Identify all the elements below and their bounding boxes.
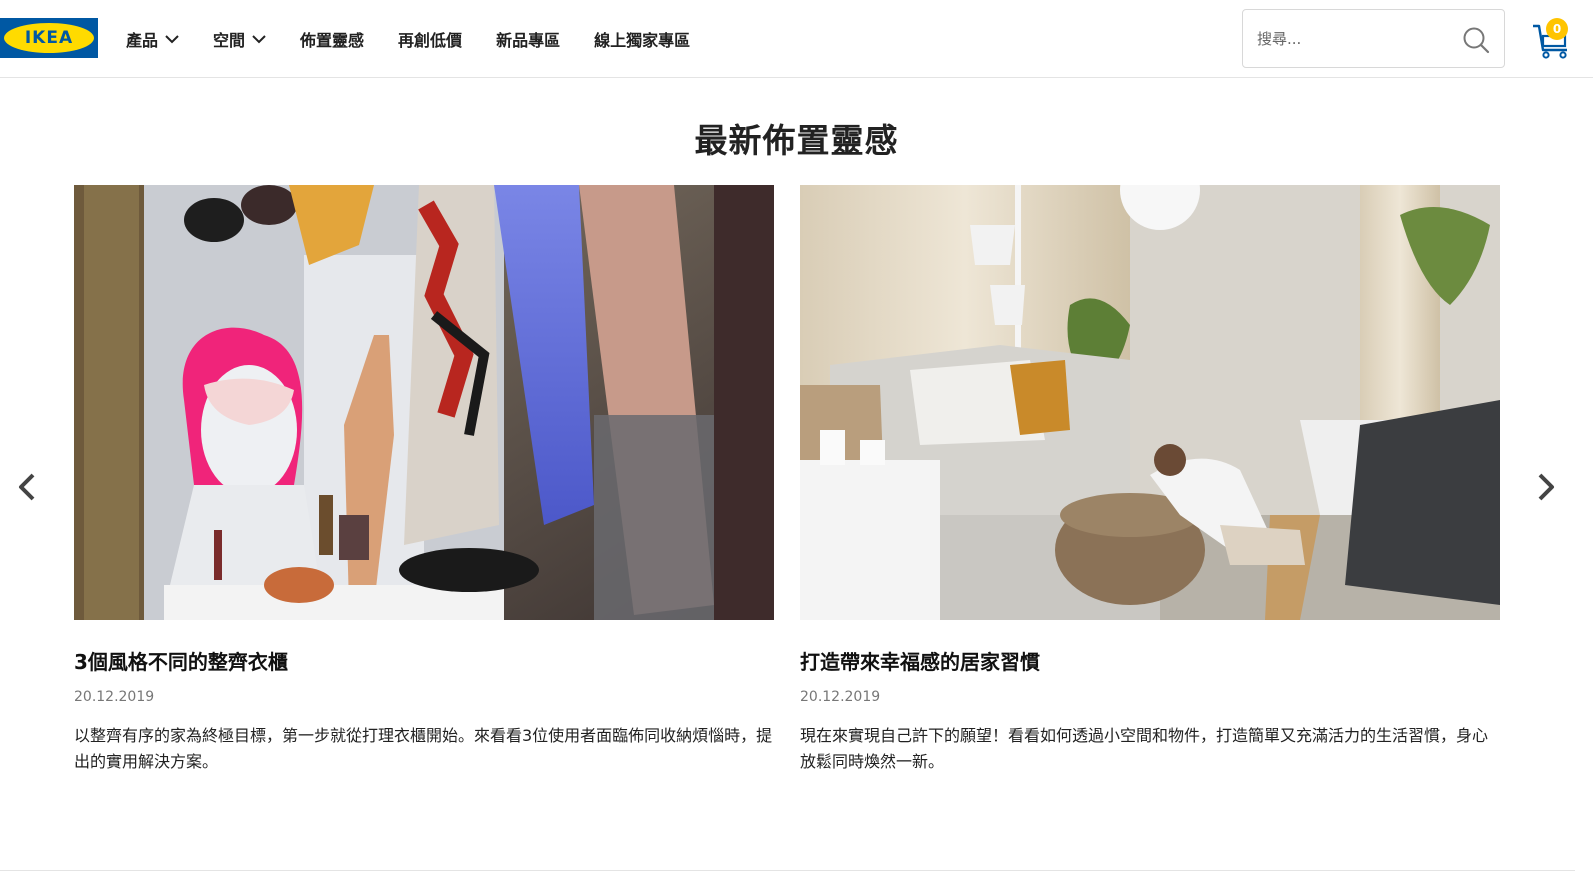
section-title: 最新佈置靈感 xyxy=(694,121,899,160)
search-input[interactable] xyxy=(1257,27,1447,51)
nav-item-rooms[interactable]: 空間 xyxy=(213,27,266,51)
search-icon[interactable] xyxy=(1462,26,1490,58)
carousel-prev-button[interactable] xyxy=(16,472,38,506)
living-room-photo[interactable] xyxy=(800,185,1500,620)
nav-item-new-products[interactable]: 新品專區 xyxy=(496,27,560,51)
footer-divider xyxy=(0,870,1575,871)
nav-item-inspiration[interactable]: 佈置靈感 xyxy=(300,27,364,51)
article-card[interactable]: 3個風格不同的整齊衣櫃 20.12.2019 以整齊有序的家為終極目標，第一步就… xyxy=(74,185,774,775)
card-description: 以整齊有序的家為終極目標，第一步就從打理衣櫃開始。來看看3位使用者面臨佈同收納煩… xyxy=(74,726,773,771)
nav-item-products[interactable]: 產品 xyxy=(126,27,179,51)
article-card[interactable]: 打造帶來幸福感的居家習慣 20.12.2019 現在來實現自己許下的願望！看看如… xyxy=(800,185,1500,775)
site-header: IKEA 產品 空間 佈置靈感 再創低價 新品專區 線上獨家專區 搜尋... 0 xyxy=(0,0,1593,78)
nav-label: 空間 xyxy=(213,31,246,50)
nav-label: 線上獨家專區 xyxy=(594,31,691,50)
nav-item-lower-price[interactable]: 再創低價 xyxy=(398,27,462,51)
wardrobe-photo[interactable] xyxy=(74,185,774,620)
chevron-left-icon xyxy=(16,473,38,506)
ikea-logo[interactable]: IKEA xyxy=(0,18,98,58)
search-box xyxy=(1242,9,1505,68)
nav-label: 再創低價 xyxy=(398,31,463,50)
cart-button[interactable]: 0 xyxy=(1531,18,1575,59)
card-date: 20.12.2019 xyxy=(800,689,881,705)
card-title[interactable]: 打造帶來幸福感的居家習慣 xyxy=(800,646,1500,675)
carousel-next-button[interactable] xyxy=(1535,472,1557,506)
nav-label: 新品專區 xyxy=(496,31,561,50)
chevron-down-icon xyxy=(165,34,179,44)
card-title[interactable]: 3個風格不同的整齊衣櫃 xyxy=(74,646,774,675)
logo-oval: IKEA xyxy=(4,23,94,53)
nav-label: 佈置靈感 xyxy=(300,31,365,50)
card-description: 現在來實現自己許下的願望！看看如何透過小空間和物件，打造簡單又充滿活力的生活習慣… xyxy=(800,726,1489,771)
cart-count-badge: 0 xyxy=(1546,18,1568,40)
logo-text: IKEA xyxy=(24,28,74,48)
nav-label: 產品 xyxy=(126,31,159,50)
card-date: 20.12.2019 xyxy=(74,689,155,705)
chevron-right-icon xyxy=(1535,473,1557,506)
chevron-down-icon xyxy=(252,34,266,44)
main-nav: 產品 空間 佈置靈感 再創低價 新品專區 線上獨家專區 xyxy=(126,27,724,51)
nav-item-online-exclusive[interactable]: 線上獨家專區 xyxy=(594,27,690,51)
